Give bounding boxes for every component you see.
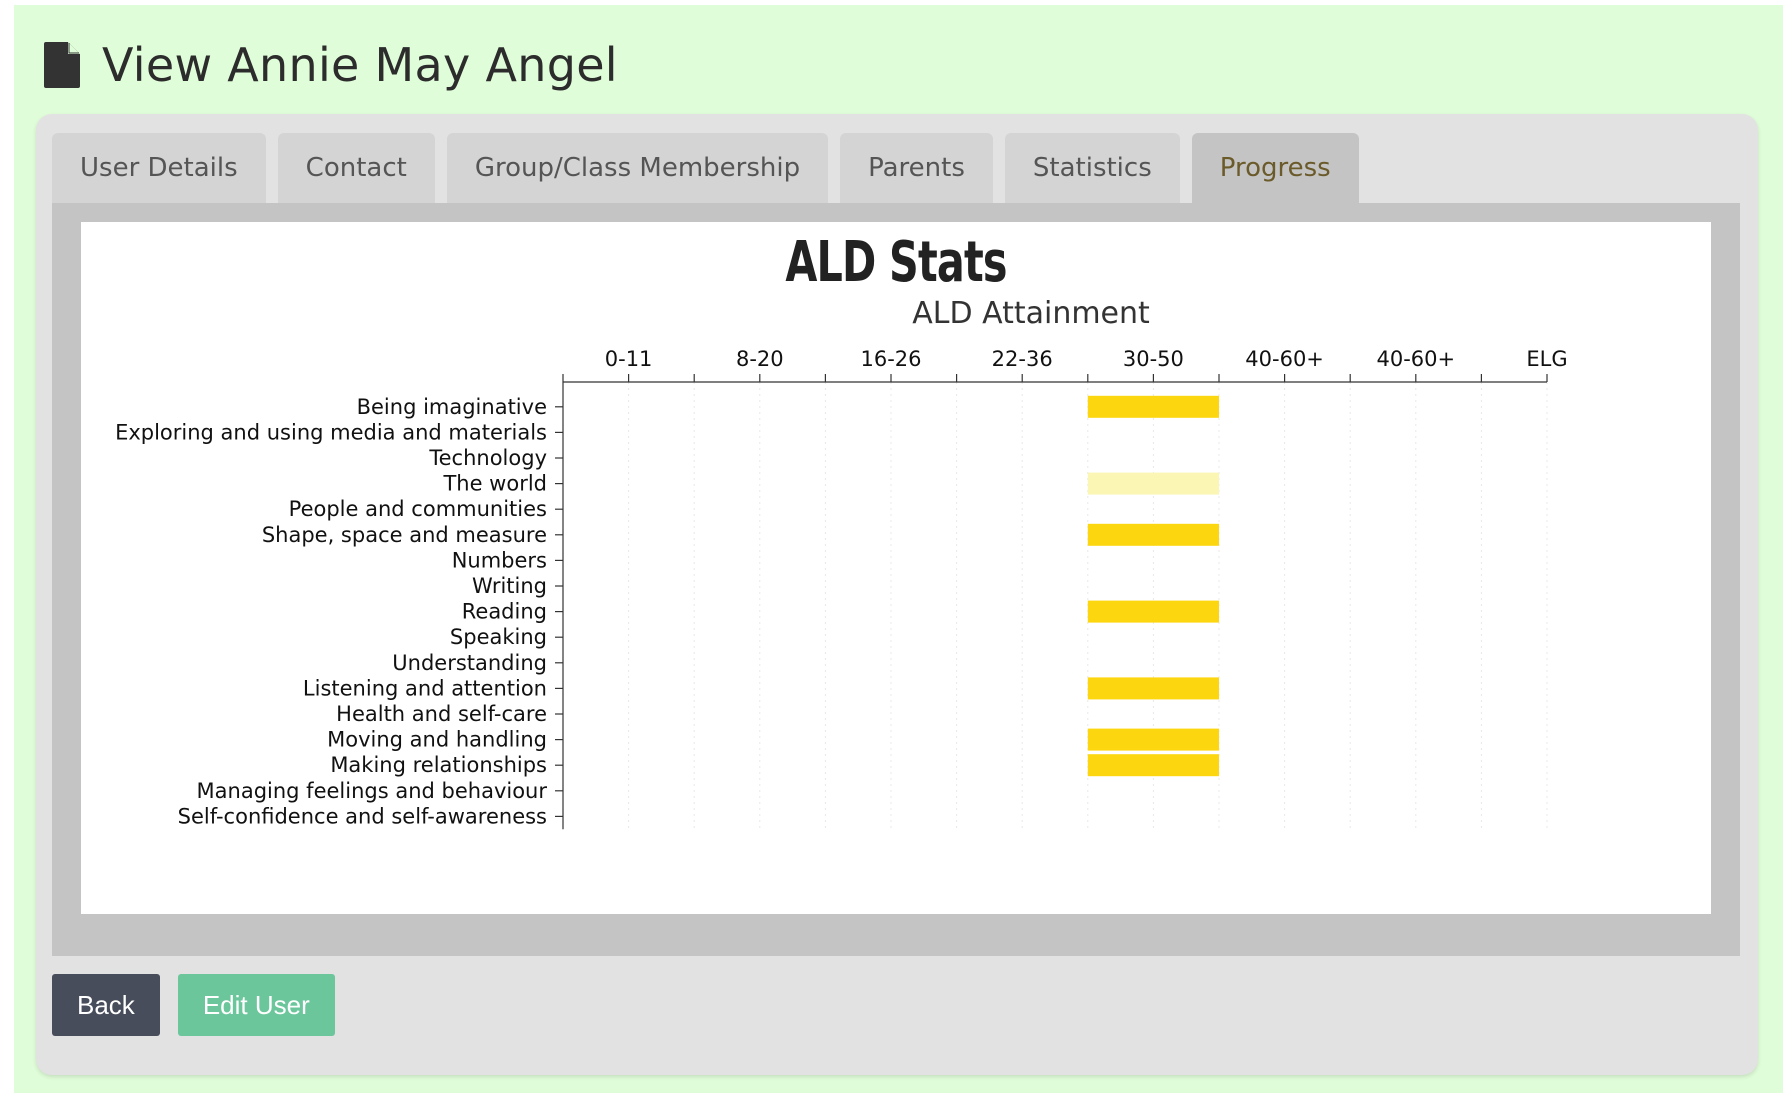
page-header: View Annie May Angel: [42, 30, 618, 100]
y-tick-label: Technology: [428, 446, 547, 470]
y-tick-label: Speaking: [450, 625, 547, 649]
attainment-bar: [1087, 754, 1219, 777]
y-tick-label: Understanding: [392, 651, 547, 675]
tab-statistics[interactable]: Statistics: [1004, 133, 1180, 203]
y-tick-label: Being imaginative: [357, 395, 547, 419]
y-tick-label: The world: [442, 472, 547, 496]
x-tick-label: 0-11: [605, 347, 653, 371]
action-buttons: Back Edit User: [52, 974, 335, 1036]
file-icon: [44, 42, 80, 88]
y-tick-label: Shape, space and measure: [262, 523, 547, 547]
y-tick-label: Making relationships: [330, 753, 547, 777]
x-tick-label: 30-50: [1123, 347, 1184, 371]
chart-area: ALD Stats ALD Attainment 0-11 8-20 16-26 22-…: [81, 222, 1711, 914]
y-tick-label: Moving and handling: [327, 728, 547, 752]
user-panel: User Details Contact Group/Class Members…: [36, 114, 1758, 1075]
y-tick-label: Managing feelings and behaviour: [197, 779, 548, 803]
tab-progress[interactable]: Progress: [1191, 133, 1359, 203]
x-tick-label: 22-36: [992, 347, 1053, 371]
back-button[interactable]: Back: [52, 974, 160, 1036]
x-tick-label: 16-26: [860, 347, 921, 371]
ald-attainment-chart: ALD Attainment 0-11 8-20 16-26 22-36 30-50 40-…: [115, 296, 1568, 830]
y-tick-label: People and communities: [289, 497, 547, 521]
y-tick-label: Reading: [462, 600, 547, 624]
y-tick-label: Self-confidence and self-awareness: [178, 804, 547, 828]
x-tick-label: 40-60+: [1376, 347, 1455, 371]
attainment-bar: [1087, 395, 1219, 418]
y-tick-label: Writing: [472, 574, 547, 598]
attainment-bar: [1087, 472, 1219, 495]
tab-parents[interactable]: Parents: [840, 133, 993, 203]
tab-contact[interactable]: Contact: [277, 133, 435, 203]
attainment-bar: [1087, 677, 1219, 700]
edit-user-button[interactable]: Edit User: [177, 974, 335, 1036]
attainment-bar: [1087, 523, 1219, 546]
x-tick-label: ELG: [1526, 347, 1567, 371]
y-tick-label: Numbers: [452, 548, 547, 572]
y-tick-label: Listening and attention: [303, 676, 547, 700]
y-tick-label: Health and self-care: [336, 702, 547, 726]
y-tick-label: Exploring and using media and materials: [115, 420, 547, 444]
x-tick-label: 40-60+: [1245, 347, 1324, 371]
attainment-bar: [1087, 600, 1219, 623]
tab-group-class-membership[interactable]: Group/Class Membership: [446, 133, 829, 203]
tab-bar: User Details Contact Group/Class Members…: [52, 133, 1359, 203]
progress-tab-content: ALD Stats ALD Attainment 0-11 8-20 16-26 22-…: [52, 203, 1740, 956]
attainment-bar: [1087, 728, 1219, 751]
page-title: View Annie May Angel: [102, 38, 618, 92]
x-tick-label: 8-20: [736, 347, 784, 371]
tab-user-details[interactable]: User Details: [52, 133, 266, 203]
chart-subtitle: ALD Attainment: [912, 296, 1150, 331]
